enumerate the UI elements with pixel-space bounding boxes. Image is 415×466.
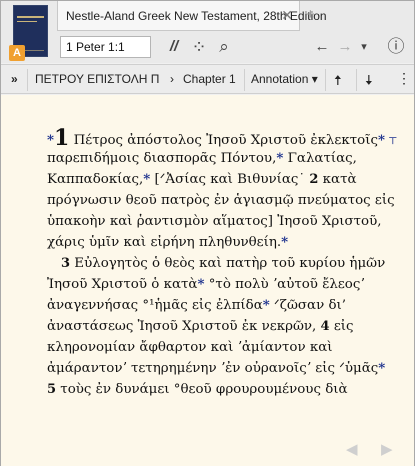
verse-text: Γαλατίας,: [283, 151, 357, 166]
verse-text: Πέτρος ἀπόστολος Ἰησοῦ Χριστοῦ ἐκλεκτοῖς: [69, 133, 378, 148]
divider: [325, 69, 326, 91]
note-marker[interactable]: *: [378, 132, 385, 148]
text-line: ἀναγεννήσας °¹ἡμᾶς εἰς ἐλπίδα* ᐟζῶσαν δι…: [47, 295, 373, 316]
cover-band: [17, 21, 37, 22]
text-line: κληρονομίαν ἄφθαρτον καὶ ʼἀμίαντον καὶ: [47, 337, 373, 358]
text-line: ἀμάραντονʼ τετηρημένην ʼἐν οὐρανοῖςʼ εἰς…: [47, 358, 385, 379]
divider: [27, 69, 28, 91]
apparatus-marker[interactable]: ⊤: [385, 136, 397, 147]
previous-page-icon[interactable]: ◀: [346, 440, 358, 458]
cover-band: [17, 16, 44, 18]
navigation-bar: » ΠΕΤΡΟΥ ΕΠΙΣΤΟΛΗ Π › Chapter 1 Annotati…: [1, 64, 414, 94]
verse-text: εἰς: [329, 319, 354, 334]
expand-icon[interactable]: »: [11, 72, 18, 86]
previous-annotation-icon[interactable]: 🠅: [334, 70, 342, 94]
verse-number: 3: [61, 256, 71, 271]
note-marker[interactable]: *: [263, 297, 270, 313]
divider: [244, 69, 245, 91]
info-icon[interactable]: ⓘ: [385, 36, 407, 58]
parallel-resources-icon[interactable]: //: [164, 36, 184, 58]
more-menu-icon[interactable]: ⋮: [397, 70, 411, 87]
next-page-icon[interactable]: ▶: [381, 440, 393, 458]
note-marker[interactable]: *: [281, 234, 288, 250]
text-line: ὑπακοὴν καὶ ῥαντισμὸν αἵματος] Ἰησοῦ Χρι…: [47, 211, 382, 232]
chevron-right-icon: ›: [170, 72, 174, 86]
text-line: χάρις ὑμῖν καὶ εἰρήνη πληθυνθείη.*: [47, 232, 373, 253]
verse-text: °τὸ πολὺ ʼαὐτοῦ ἔλεοςʼ: [204, 277, 365, 292]
note-marker[interactable]: *: [378, 360, 385, 376]
text-line: 3 Εὐλογητὸς ὁ θεὸς καὶ πατὴρ τοῦ κυρίου …: [47, 253, 385, 274]
annotation-badge[interactable]: A: [9, 45, 25, 61]
history-dropdown-icon[interactable]: ▾: [357, 36, 371, 58]
verse-text: ὑπακοὴν καὶ ῥαντισμὸν αἵματος] Ἰησοῦ Χρι…: [47, 214, 382, 229]
forward-icon[interactable]: →: [335, 36, 355, 58]
text-line: Καππαδοκίας,* [ᐟἈσίας καὶ Βιθυνίας˙ 2 κα…: [47, 169, 373, 190]
visual-filter-icon[interactable]: ⁘: [188, 36, 210, 58]
verse-text: ᐟζῶσαν δι’: [269, 298, 347, 313]
verse-text: [ᐟἈσίας καὶ Βιθυνίας˙: [150, 172, 310, 187]
verse-text: ἀναστάσεως Ἰησοῦ Χριστοῦ ἐκ νεκρῶν,: [47, 319, 321, 334]
verse-text: κατὰ: [318, 172, 357, 187]
back-icon[interactable]: ←: [312, 36, 332, 58]
add-tab-icon[interactable]: +: [306, 6, 315, 23]
chapter-number: 1: [54, 125, 70, 151]
verse-text: πρόγνωσιν θεοῦ πατρὸς ἐν ἁγιασμῷ πνεύματ…: [47, 193, 395, 208]
greek-text: *1 Πέτρος ἀπόστολος Ἰησοῦ Χριστοῦ ἐκλεκτ…: [47, 125, 398, 400]
resource-tab[interactable]: Nestle-Aland Greek New Testament, 28th E…: [57, 1, 327, 31]
text-line: 5 τοὺς ἐν δυνάμει °θεοῦ φρουρουμένους δι…: [47, 379, 373, 400]
text-line: παρεπιδήμοις διασπορᾶς Πόντου,* Γαλατίας…: [47, 148, 373, 169]
reading-pane: *1 Πέτρος ἀπόστολος Ἰησοῦ Χριστοῦ ἐκλεκτ…: [1, 95, 414, 466]
verse-number: 4: [320, 319, 330, 334]
verse-text: ἀμάραντονʼ τετηρημένην ʼἐν οὐρανοῖςʼ εἰς…: [47, 361, 379, 376]
next-annotation-icon[interactable]: 🠇: [365, 70, 373, 94]
chapter-breadcrumb[interactable]: Chapter 1: [183, 72, 236, 86]
text-line: *1 Πέτρος ἀπόστολος Ἰησοῦ Χριστοῦ ἐκλεκτ…: [47, 125, 398, 151]
verse-text: κληρονομίαν ἄφθαρτον καὶ ʼἀμίαντον καὶ: [47, 340, 333, 355]
search-icon[interactable]: ⌕: [213, 36, 235, 58]
verse-text: ἀναγεννήσας °¹ἡμᾶς εἰς ἐλπίδα: [47, 298, 263, 313]
verse-text: χάρις ὑμῖν καὶ εἰρήνη πληθυνθείη.: [47, 235, 282, 250]
close-icon[interactable]: ✕: [281, 7, 293, 24]
header: A Nestle-Aland Greek New Testament, 28th…: [1, 1, 414, 63]
app-window: A Nestle-Aland Greek New Testament, 28th…: [0, 0, 415, 466]
verse-text: παρεπιδήμοις διασπορᾶς Πόντου,: [47, 151, 277, 166]
book-breadcrumb[interactable]: ΠΕΤΡΟΥ ΕΠΙΣΤΟΛΗ Π: [35, 72, 165, 86]
verse-text: Εὐλογητὸς ὁ θεὸς καὶ πατὴρ τοῦ κυρίου ἡμ…: [70, 256, 386, 271]
annotation-dropdown[interactable]: Annotation ▾: [251, 72, 318, 86]
verse-text: τοὺς ἐν δυνάμει °θεοῦ φρουρουμένους διὰ: [56, 382, 348, 397]
text-line: ἀναστάσεως Ἰησοῦ Χριστοῦ ἐκ νεκρῶν, 4 εἰ…: [47, 316, 373, 337]
text-line: Ἰησοῦ Χριστοῦ ὁ κατὰ* °τὸ πολὺ ʼαὐτοῦ ἔλ…: [47, 274, 373, 295]
verse-number: 5: [47, 382, 57, 397]
verse-text: Ἰησοῦ Χριστοῦ ὁ κατὰ: [47, 277, 198, 292]
note-marker[interactable]: *: [47, 132, 54, 148]
reference-input[interactable]: [60, 36, 151, 58]
text-line: πρόγνωσιν θεοῦ πατρὸς ἐν ἁγιασμῷ πνεύματ…: [47, 190, 395, 211]
divider: [356, 69, 357, 91]
verse-text: Καππαδοκίας,: [47, 172, 144, 187]
